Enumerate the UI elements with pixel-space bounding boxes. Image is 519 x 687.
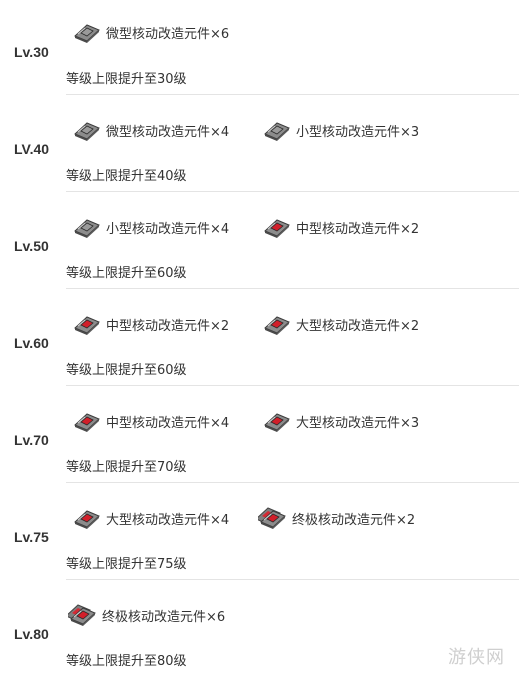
item-label: 中型核动改造元件×4 [106, 415, 230, 431]
upgrade-row: Lv.80 终极核动改造元件×6 等级上限提升至80级 [0, 580, 519, 687]
level-label: Lv.80 [14, 626, 49, 642]
level-label: Lv.75 [14, 529, 49, 545]
upgrade-row: Lv.75 大型核动改造元件×4 终极核动改造元件×2 等级上限提升至75级 [0, 483, 519, 580]
large-core-icon [262, 312, 292, 336]
level-cap-text: 等级上限提升至60级 [66, 266, 187, 281]
upgrade-row: Lv.60 中型核动改造元件×2 大型核动改造元件×2 等级上限提升至60级 [0, 289, 519, 386]
level-cap-text: 等级上限提升至40级 [66, 169, 187, 184]
upgrade-row: LV.40 微型核动改造元件×4 小型核动改造元件×3 等级上限提升至40级 [0, 95, 519, 192]
level-label: Lv.60 [14, 335, 49, 351]
item-label: 中型核动改造元件×2 [296, 221, 420, 237]
upgrade-row: Lv.30 微型核动改造元件×6 等级上限提升至30级 [0, 0, 519, 95]
item-label: 小型核动改造元件×3 [296, 124, 420, 140]
upgrade-item: 中型核动改造元件×2 [72, 312, 229, 336]
upgrade-item: 微型核动改造元件×4 [72, 118, 229, 142]
upgrade-item: 中型核动改造元件×2 [262, 215, 419, 239]
item-label: 微型核动改造元件×4 [106, 124, 230, 140]
item-label: 终极核动改造元件×6 [102, 609, 226, 625]
item-label: 中型核动改造元件×2 [106, 318, 230, 334]
level-label: Lv.30 [14, 44, 49, 60]
item-label: 终极核动改造元件×2 [292, 512, 416, 528]
upgrade-item: 大型核动改造元件×2 [262, 312, 419, 336]
level-cap-text: 等级上限提升至70级 [66, 460, 187, 475]
level-cap-text: 等级上限提升至30级 [66, 72, 187, 87]
small-core-icon [72, 215, 102, 239]
level-cap-text: 等级上限提升至75级 [66, 557, 187, 572]
level-cap-text: 等级上限提升至60级 [66, 363, 187, 378]
medium-core-icon [72, 312, 102, 336]
upgrade-row: Lv.70 中型核动改造元件×4 大型核动改造元件×3 等级上限提升至70级 [0, 386, 519, 483]
upgrade-item: 中型核动改造元件×4 [72, 409, 229, 433]
ultimate-core-icon [258, 506, 288, 530]
item-label: 大型核动改造元件×4 [106, 512, 230, 528]
item-label: 微型核动改造元件×6 [106, 26, 230, 42]
large-core-icon [262, 409, 292, 433]
item-label: 小型核动改造元件×4 [106, 221, 230, 237]
upgrade-item: 终极核动改造元件×6 [68, 603, 225, 627]
upgrade-table: Lv.30 微型核动改造元件×6 等级上限提升至30级 LV.40 微型核动改造… [0, 0, 519, 687]
level-label: Lv.50 [14, 238, 49, 254]
level-cap-text: 等级上限提升至80级 [66, 654, 187, 669]
medium-core-icon [72, 409, 102, 433]
site-watermark: 游侠网 [448, 647, 505, 668]
upgrade-item: 小型核动改造元件×4 [72, 215, 229, 239]
upgrade-row: Lv.50 小型核动改造元件×4 中型核动改造元件×2 等级上限提升至60级 [0, 192, 519, 289]
micro-core-icon [72, 20, 102, 44]
level-label: Lv.70 [14, 432, 49, 448]
item-label: 大型核动改造元件×2 [296, 318, 420, 334]
upgrade-item: 大型核动改造元件×4 [72, 506, 229, 530]
item-label: 大型核动改造元件×3 [296, 415, 420, 431]
level-label: LV.40 [14, 141, 50, 157]
micro-core-icon [72, 118, 102, 142]
upgrade-item: 微型核动改造元件×6 [72, 20, 229, 44]
large-core-icon [72, 506, 102, 530]
upgrade-item: 大型核动改造元件×3 [262, 409, 419, 433]
upgrade-item: 终极核动改造元件×2 [258, 506, 415, 530]
small-core-icon [262, 118, 292, 142]
upgrade-item: 小型核动改造元件×3 [262, 118, 419, 142]
medium-core-icon [262, 215, 292, 239]
ultimate-core-icon [68, 603, 98, 627]
